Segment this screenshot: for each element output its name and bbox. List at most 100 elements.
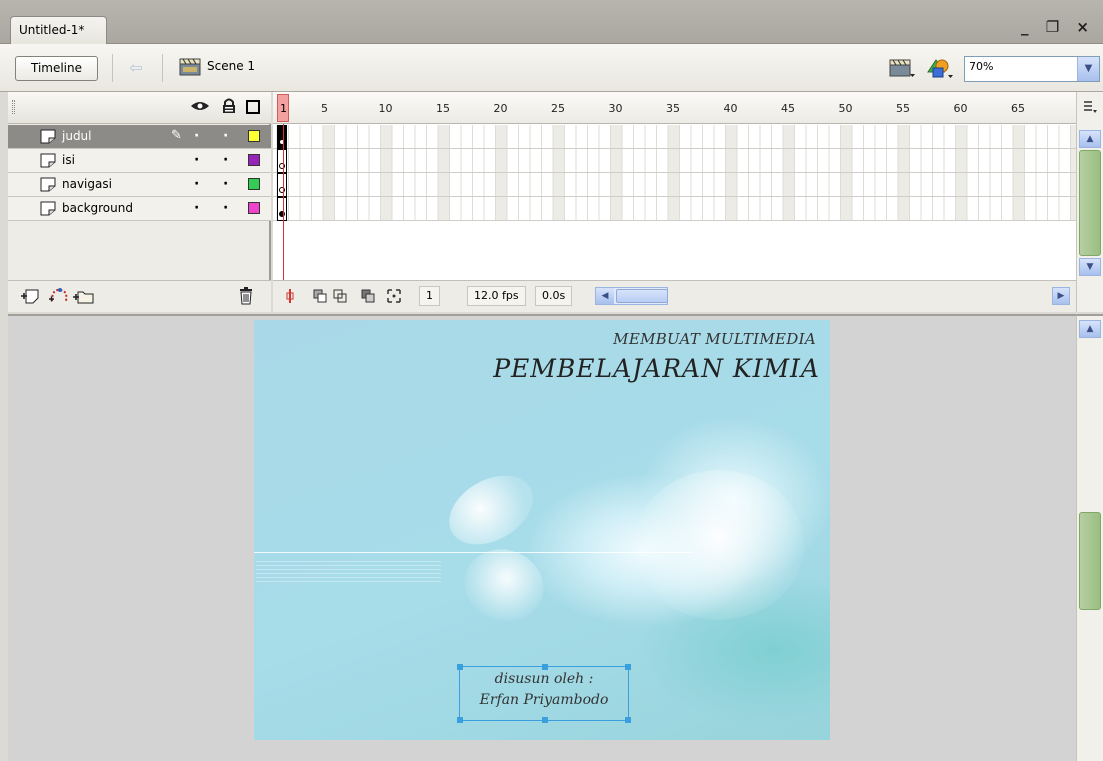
document-tab-bar: Untitled-1* _ ❐ × bbox=[0, 0, 1103, 44]
restore-icon[interactable]: ❐ bbox=[1046, 18, 1065, 36]
onion-skin-icon[interactable] bbox=[313, 289, 327, 303]
scene-breadcrumb[interactable]: Scene 1 bbox=[207, 59, 255, 73]
keyframe-dot bbox=[279, 163, 285, 169]
timeline-vertical-scrollbar[interactable]: ▲ ▼ bbox=[1076, 92, 1103, 312]
resize-handle[interactable] bbox=[625, 664, 631, 670]
frame-number: 40 bbox=[723, 102, 738, 115]
document-tab[interactable]: Untitled-1* bbox=[10, 16, 108, 44]
keyframe[interactable] bbox=[277, 173, 287, 197]
add-layer-icon[interactable] bbox=[20, 287, 40, 305]
scroll-up-icon[interactable]: ▲ bbox=[1079, 320, 1101, 338]
center-frame-icon[interactable] bbox=[283, 289, 297, 303]
frame-number: 50 bbox=[838, 102, 853, 115]
frame-rate[interactable]: 12.0 fps bbox=[467, 286, 526, 306]
layer-name: navigasi bbox=[62, 177, 112, 191]
trash-icon[interactable] bbox=[238, 287, 254, 305]
lock-dot[interactable]: · bbox=[223, 176, 228, 192]
resize-handle[interactable] bbox=[457, 717, 463, 723]
zoom-select[interactable]: 70% ▼ bbox=[964, 56, 1100, 82]
stage-vertical-scrollbar[interactable]: ▲ bbox=[1076, 314, 1103, 761]
onion-skin-outlines-icon[interactable] bbox=[333, 289, 347, 303]
layer-icon bbox=[40, 129, 56, 144]
layer-row-judul[interactable]: judul ✎ · · bbox=[8, 125, 271, 149]
frame-ruler[interactable]: 1 5 10 15 20 25 30 35 40 45 50 55 60 65 bbox=[273, 92, 1076, 124]
layer-icon bbox=[40, 177, 56, 192]
add-motion-guide-icon[interactable] bbox=[48, 287, 70, 305]
stage-pasteboard[interactable]: MEMBUAT MULTIMEDIA PEMBELAJARAN KIMIA di… bbox=[8, 314, 1076, 761]
layer-name: judul bbox=[62, 129, 92, 143]
layer-color-box[interactable] bbox=[248, 130, 260, 142]
frame-number: 35 bbox=[666, 102, 680, 115]
lock-dot[interactable]: · bbox=[223, 128, 228, 144]
timeline-options-icon[interactable] bbox=[1083, 100, 1097, 114]
outline-toggle-icon[interactable] bbox=[246, 100, 260, 114]
chevron-down-icon[interactable]: ▼ bbox=[1077, 57, 1099, 81]
scroll-right-icon[interactable]: ▶ bbox=[1052, 287, 1070, 305]
frame-number: 30 bbox=[608, 102, 623, 115]
timeline-horizontal-scrollbar[interactable]: ◀ bbox=[595, 287, 668, 305]
selected-text-box[interactable]: disusun oleh : Erfan Priyambodo bbox=[457, 664, 631, 723]
stage-title[interactable]: PEMBELAJARAN KIMIA bbox=[254, 354, 820, 383]
timeline-toggle-button[interactable]: Timeline bbox=[15, 56, 98, 81]
timeline-frames[interactable]: 1 5 10 15 20 25 30 35 40 45 50 55 60 65 1 12.0 fps 0.… bbox=[273, 92, 1076, 312]
layer-color-box[interactable] bbox=[248, 154, 260, 166]
keyframe-dot bbox=[279, 211, 285, 217]
frame-row-navigasi[interactable] bbox=[273, 173, 1076, 197]
scrollbar-thumb[interactable] bbox=[1079, 150, 1101, 256]
stage[interactable]: MEMBUAT MULTIMEDIA PEMBELAJARAN KIMIA di… bbox=[254, 320, 830, 740]
lock-dot[interactable]: · bbox=[223, 152, 228, 168]
lock-dot[interactable]: · bbox=[223, 200, 228, 216]
frame-row-judul[interactable] bbox=[273, 125, 1076, 149]
frame-row-background[interactable] bbox=[273, 197, 1076, 221]
frame-number: 25 bbox=[551, 102, 565, 115]
minimize-icon[interactable]: _ bbox=[1021, 18, 1035, 36]
layer-panel: judul ✎ · · isi · · navigasi · · backgro… bbox=[8, 92, 271, 312]
keyframe[interactable] bbox=[277, 149, 287, 173]
visibility-dot[interactable]: · bbox=[194, 176, 199, 192]
scroll-left-icon[interactable]: ◀ bbox=[596, 288, 614, 304]
resize-handle[interactable] bbox=[542, 664, 548, 670]
edit-symbol-icon[interactable] bbox=[925, 56, 955, 83]
scrollbar-thumb[interactable] bbox=[1079, 512, 1101, 610]
edit-scene-icon[interactable] bbox=[888, 57, 916, 82]
resize-handle[interactable] bbox=[625, 717, 631, 723]
modify-onion-markers-icon[interactable] bbox=[387, 289, 401, 303]
close-icon[interactable]: × bbox=[1076, 18, 1095, 36]
layer-row-isi[interactable]: isi · · bbox=[8, 149, 271, 173]
resize-handle[interactable] bbox=[542, 717, 548, 723]
scene-clapper-icon bbox=[179, 58, 201, 79]
layer-row-background[interactable]: background · · bbox=[8, 197, 271, 221]
layer-color-box[interactable] bbox=[248, 202, 260, 214]
stage-subtitle[interactable]: MEMBUAT MULTIMEDIA bbox=[254, 330, 816, 348]
keyframe[interactable] bbox=[277, 197, 287, 221]
layer-name: isi bbox=[62, 153, 75, 167]
scrollbar-thumb[interactable] bbox=[616, 289, 668, 303]
layer-row-navigasi[interactable]: navigasi · · bbox=[8, 173, 271, 197]
layer-color-box[interactable] bbox=[248, 178, 260, 190]
frame-number: 20 bbox=[493, 102, 508, 115]
credit-author: Erfan Priyambodo bbox=[479, 692, 609, 708]
scroll-down-icon[interactable]: ▼ bbox=[1079, 258, 1101, 276]
layer-toolbar bbox=[8, 280, 271, 312]
frame-number: 55 bbox=[896, 102, 910, 115]
eye-icon[interactable] bbox=[190, 100, 210, 115]
layer-name: background bbox=[62, 201, 133, 215]
grip-icon[interactable] bbox=[12, 100, 15, 114]
decorative-shape bbox=[634, 470, 804, 620]
lock-icon[interactable] bbox=[222, 98, 236, 117]
keyframe[interactable] bbox=[277, 125, 287, 149]
frame-number: 60 bbox=[953, 102, 968, 115]
visibility-dot[interactable]: · bbox=[194, 200, 199, 216]
scroll-up-icon[interactable]: ▲ bbox=[1079, 130, 1101, 148]
frame-number: 45 bbox=[781, 102, 795, 115]
visibility-dot[interactable]: · bbox=[194, 152, 199, 168]
frame-number: 15 bbox=[436, 102, 450, 115]
add-folder-icon[interactable] bbox=[72, 287, 94, 305]
decorative-line bbox=[254, 552, 694, 553]
decorative-shape bbox=[437, 461, 545, 559]
visibility-dot[interactable]: · bbox=[194, 128, 199, 144]
resize-handle[interactable] bbox=[457, 664, 463, 670]
edit-multiple-frames-icon[interactable] bbox=[361, 289, 375, 303]
back-arrow-icon[interactable]: ⇦ bbox=[122, 56, 150, 80]
frame-row-isi[interactable] bbox=[273, 149, 1076, 173]
